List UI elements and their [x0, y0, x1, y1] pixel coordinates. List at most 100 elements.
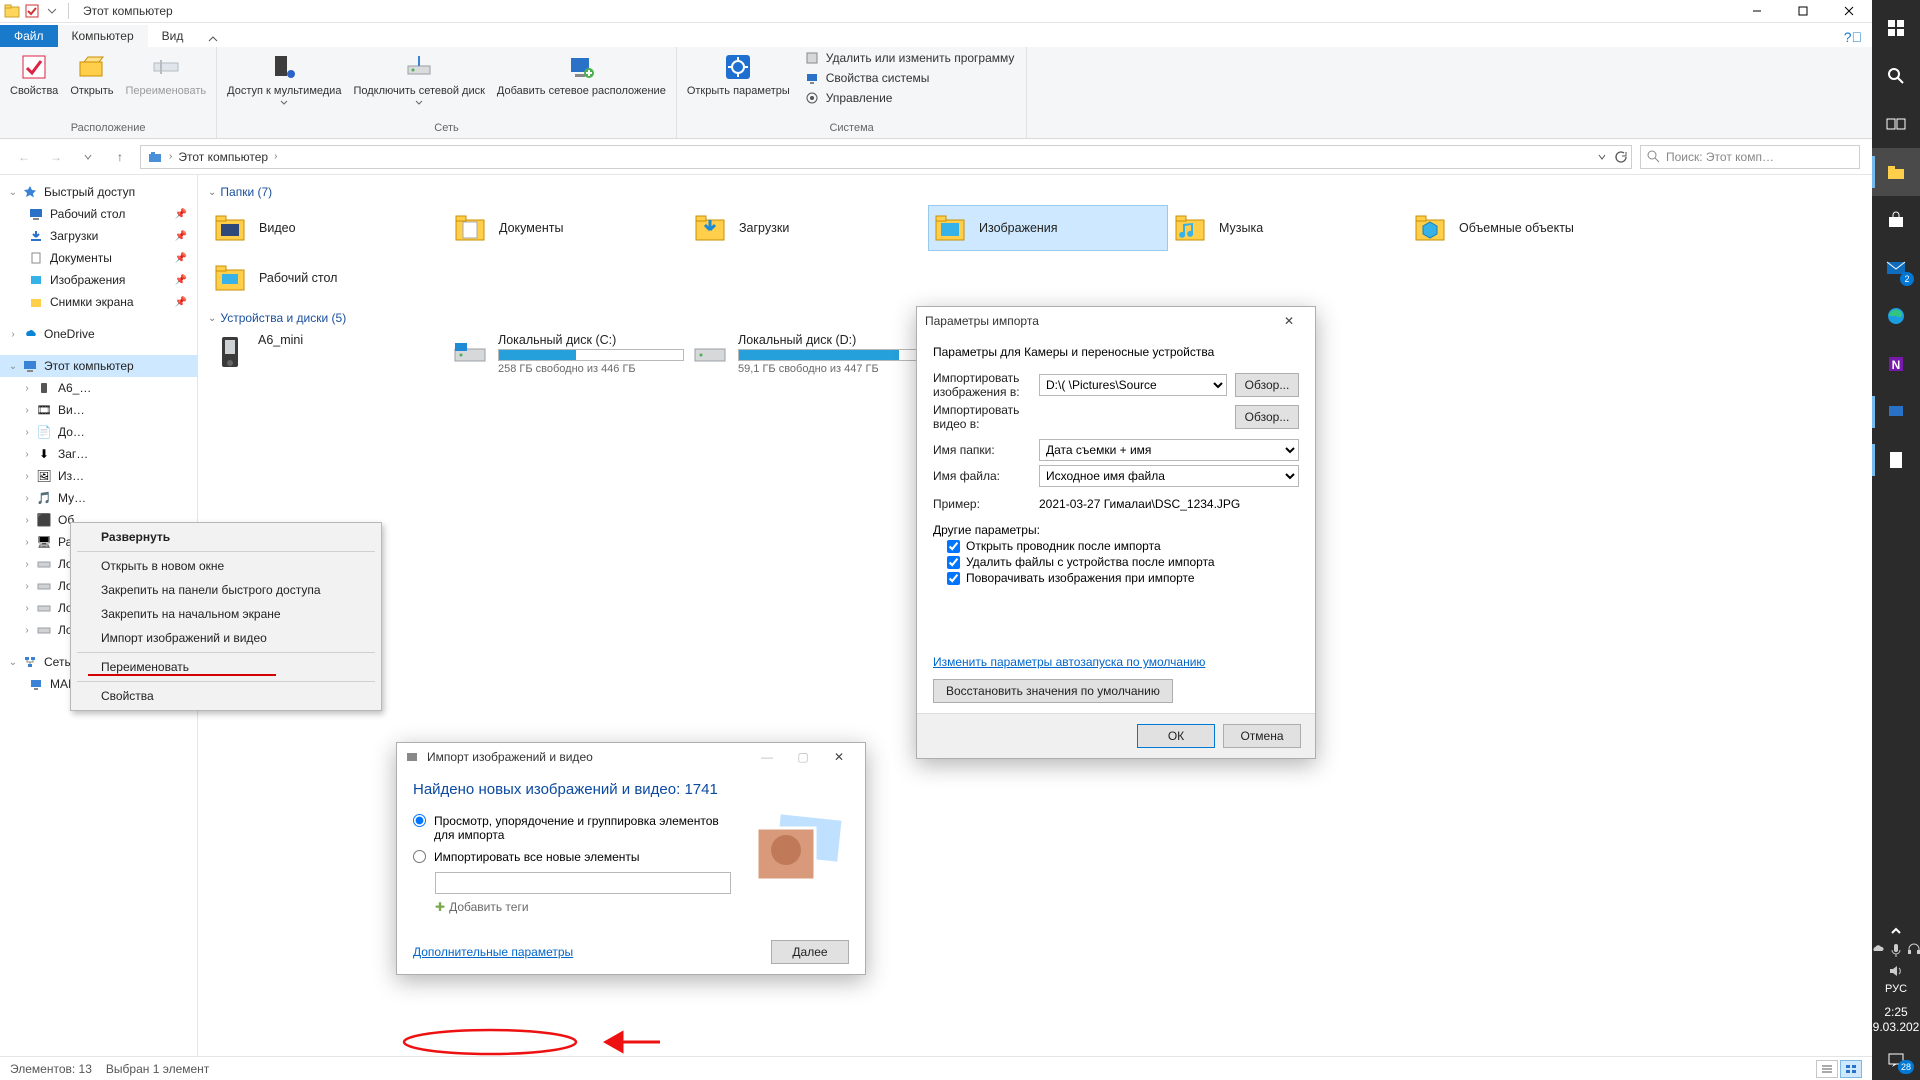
taskbar-lang[interactable]: РУС [1885, 979, 1907, 1001]
search-input[interactable]: Поиск: Этот комп… [1640, 145, 1860, 169]
taskbar-app2[interactable] [1872, 436, 1920, 484]
import-next-button[interactable]: Далее [771, 940, 849, 964]
params-chk-rotate[interactable]: Поворачивать изображения при импорте [947, 571, 1299, 585]
tab-view[interactable]: Вид [148, 25, 198, 47]
tree-onedrive[interactable]: ›OneDrive [0, 323, 197, 345]
tree-desktop[interactable]: Рабочий стол📌 [0, 203, 197, 225]
folder-video[interactable]: Видео [208, 205, 448, 251]
minimize-button[interactable] [1734, 0, 1780, 23]
folder-desktop[interactable]: Рабочий стол [208, 255, 448, 301]
maximize-button[interactable] [1780, 0, 1826, 23]
taskbar-taskview[interactable] [1872, 100, 1920, 148]
params-cancel-button[interactable]: Отмена [1223, 724, 1301, 748]
import-add-tags[interactable]: ✚Добавить теги [435, 900, 737, 914]
ctx-expand[interactable]: Развернуть [73, 525, 379, 549]
nav-recent[interactable] [76, 145, 100, 169]
taskbar-app1[interactable] [1872, 388, 1920, 436]
params-file-select[interactable]: Исходное имя файла [1039, 465, 1299, 487]
taskbar-action-center[interactable]: 28 [1872, 1040, 1920, 1080]
ribbon-open-settings[interactable]: Открыть параметры [683, 49, 794, 100]
help-icon[interactable]: ?⃝ [1834, 27, 1872, 47]
ribbon-media-access[interactable]: Доступ к мультимедиа [223, 49, 345, 108]
taskbar-store[interactable] [1872, 196, 1920, 244]
folder-3dobjects[interactable]: Объемные объекты [1408, 205, 1648, 251]
import-tags-input[interactable] [435, 872, 731, 894]
refresh-icon[interactable] [1613, 150, 1627, 164]
params-close-button[interactable]: ✕ [1271, 310, 1307, 332]
tree-dl[interactable]: ›⬇Заг… [0, 443, 197, 465]
tree-a6[interactable]: ›A6_… [0, 377, 197, 399]
nav-up[interactable]: ↑ [108, 145, 132, 169]
ctx-pin-start[interactable]: Закрепить на начальном экране [73, 602, 379, 626]
ribbon-manage[interactable]: Управление [802, 89, 1017, 107]
folder-music[interactable]: Музыка [1168, 205, 1408, 251]
params-browse-vid[interactable]: Обзор... [1235, 405, 1299, 429]
nav-forward[interactable]: → [44, 145, 68, 169]
taskbar-mail[interactable]: 2 [1872, 244, 1920, 292]
folder-documents[interactable]: Документы [448, 205, 688, 251]
dialog-close-button[interactable]: ✕ [821, 746, 857, 768]
drive-a6mini[interactable]: A6_mini [208, 331, 448, 377]
view-tiles-icon[interactable] [1840, 1060, 1862, 1078]
tree-quick-access[interactable]: ⌄Быстрый доступ [0, 181, 197, 203]
params-imgto-select[interactable]: D:\( \Pictures\Source [1039, 374, 1227, 396]
tray-volume-icon[interactable] [1889, 965, 1903, 977]
ctx-open-new-window[interactable]: Открыть в новом окне [73, 554, 379, 578]
folder-downloads[interactable]: Загрузки [688, 205, 928, 251]
tray-expand-icon[interactable] [1872, 919, 1920, 943]
ribbon-collapse-icon[interactable] [197, 31, 229, 47]
ribbon-properties[interactable]: Свойства [6, 49, 62, 100]
taskbar-search[interactable] [1872, 52, 1920, 100]
ctx-pin-quickaccess[interactable]: Закрепить на панели быстрого доступа [73, 578, 379, 602]
import-option-all[interactable]: Импортировать все новые элементы [413, 850, 737, 864]
address-bar[interactable]: › Этот компьютер › [140, 145, 1632, 169]
params-chk-delete[interactable]: Удалить файлы с устройства после импорта [947, 555, 1299, 569]
tree-videos[interactable]: ›🎞Ви… [0, 399, 197, 421]
group-folders[interactable]: ⌄Папки (7) [208, 185, 1862, 199]
tree-music[interactable]: ›🎵Му… [0, 487, 197, 509]
tree-this-pc[interactable]: ⌄Этот компьютер [0, 355, 197, 377]
tray-onedrive-icon[interactable] [1871, 943, 1885, 957]
ctx-properties[interactable]: Свойства [73, 684, 379, 708]
import-option-review[interactable]: Просмотр, упорядочение и группировка эле… [413, 814, 737, 842]
breadcrumb-thispc[interactable]: Этот компьютер [176, 150, 270, 164]
ctx-import[interactable]: Импорт изображений и видео [73, 626, 379, 650]
tree-documents[interactable]: Документы📌 [0, 247, 197, 269]
tree-pictures[interactable]: Изображения📌 [0, 269, 197, 291]
nav-back[interactable]: ← [12, 145, 36, 169]
address-dropdown-icon[interactable] [1597, 152, 1607, 162]
params-chk-openexplorer[interactable]: Открыть проводник после импорта [947, 539, 1299, 553]
tree-screenshots[interactable]: Снимки экрана📌 [0, 291, 197, 313]
ribbon-uninstall[interactable]: Удалить или изменить программу [802, 49, 1017, 67]
tree-docs[interactable]: ›📄До… [0, 421, 197, 443]
params-ok-button[interactable]: ОК [1137, 724, 1215, 748]
tab-computer[interactable]: Компьютер [58, 25, 148, 47]
taskbar-edge[interactable] [1872, 292, 1920, 340]
tray-mic-icon[interactable] [1891, 943, 1901, 957]
params-restore-defaults[interactable]: Восстановить значения по умолчанию [933, 679, 1173, 703]
taskbar-clock[interactable]: 2:2529.03.2021 [1866, 1001, 1920, 1041]
tab-file[interactable]: Файл [0, 25, 58, 47]
taskbar-explorer[interactable] [1872, 148, 1920, 196]
view-details-icon[interactable] [1816, 1060, 1838, 1078]
drive-c[interactable]: Локальный диск (C:)258 ГБ свободно из 44… [448, 331, 688, 377]
taskbar-onenote[interactable]: N [1872, 340, 1920, 388]
tree-downloads[interactable]: Загрузки📌 [0, 225, 197, 247]
params-autorun-link[interactable]: Изменить параметры автозапуска по умолча… [933, 655, 1205, 669]
start-button[interactable] [1872, 4, 1920, 52]
tree-img[interactable]: ›🖼Из… [0, 465, 197, 487]
ribbon-add-netloc[interactable]: Добавить сетевое расположение [493, 49, 670, 100]
ribbon-map-drive[interactable]: Подключить сетевой диск [349, 49, 488, 108]
folder-pictures[interactable]: Изображения [928, 205, 1168, 251]
qat-props-icon[interactable] [24, 3, 40, 19]
tray-headset-icon[interactable] [1907, 943, 1920, 957]
ctx-rename[interactable]: Переименовать [73, 655, 379, 679]
params-browse-img[interactable]: Обзор... [1235, 373, 1299, 397]
import-more-options-link[interactable]: Дополнительные параметры [413, 945, 573, 959]
drive-d[interactable]: Локальный диск (D:)59,1 ГБ свободно из 4… [688, 331, 928, 377]
qat-dropdown-icon[interactable] [44, 3, 60, 19]
ribbon-open[interactable]: Открыть [66, 49, 117, 100]
close-button[interactable] [1826, 0, 1872, 23]
params-folder-select[interactable]: Дата съемки + имя [1039, 439, 1299, 461]
ribbon-sysprops[interactable]: Свойства системы [802, 69, 1017, 87]
